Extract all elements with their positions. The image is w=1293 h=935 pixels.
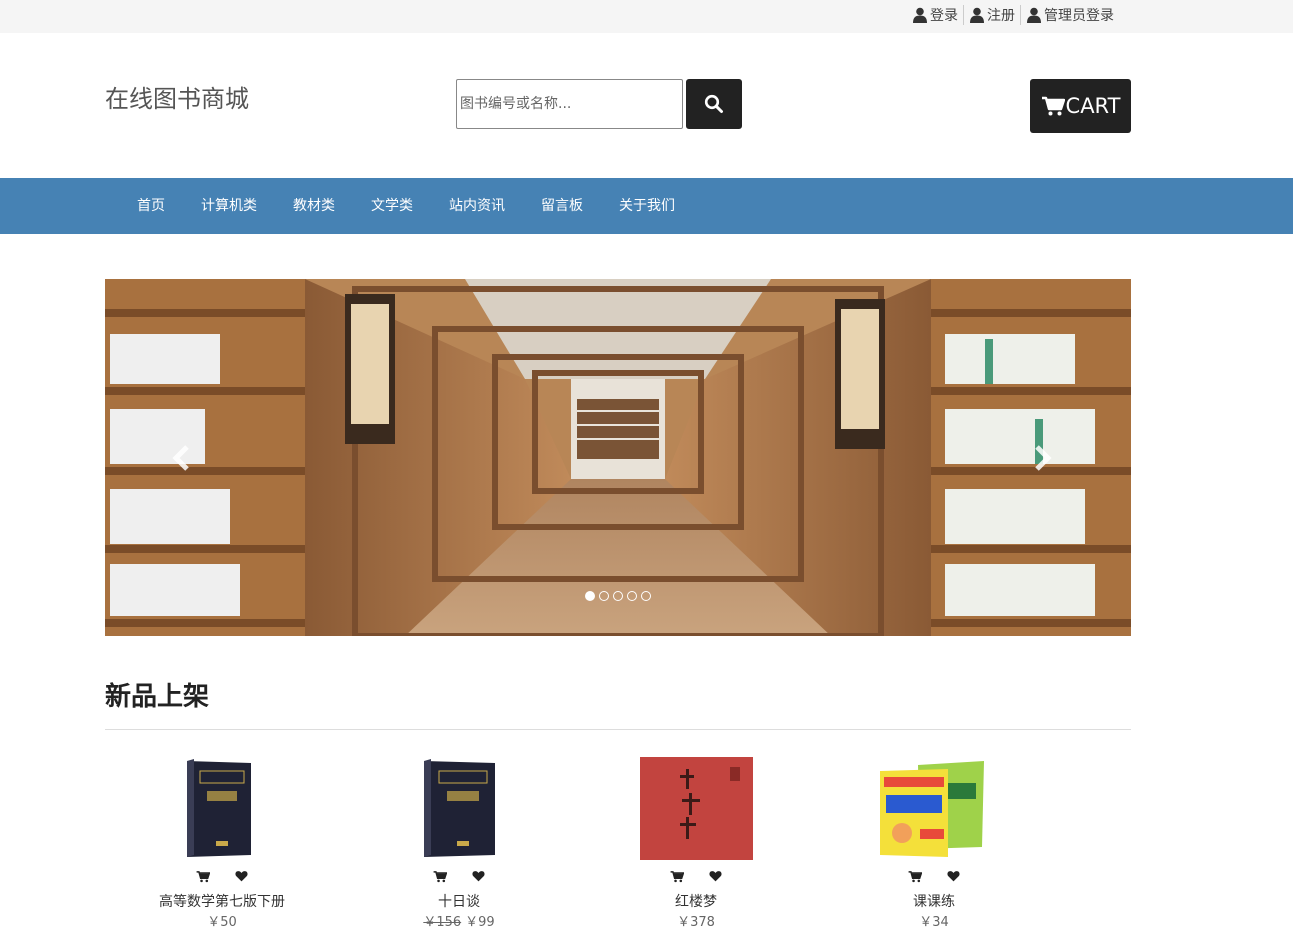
carousel-dot[interactable]	[627, 591, 637, 601]
product-current-price: ￥378	[677, 915, 715, 930]
product-current-price: ￥50	[207, 915, 237, 930]
login-link[interactable]: 登录	[913, 5, 963, 25]
carousel-dot[interactable]	[585, 591, 595, 601]
product-card: 红楼梦 ￥378	[596, 757, 796, 932]
login-link-label: 登录	[930, 8, 958, 24]
product-price: ￥34	[834, 914, 1034, 932]
search-button[interactable]	[686, 79, 742, 129]
heart-icon[interactable]	[708, 869, 722, 883]
top-bar: 登录 注册 管理员登录	[0, 0, 1293, 33]
nav-item-about[interactable]: 关于我们	[601, 178, 693, 234]
product-card: 高等数学第七版下册 ￥50	[122, 757, 322, 932]
add-to-cart-icon[interactable]	[196, 869, 210, 883]
product-price: ￥50	[122, 914, 322, 932]
section-title: 新品上架	[105, 682, 210, 712]
product-name[interactable]: 红楼梦	[596, 892, 796, 912]
chevron-left-icon[interactable]	[167, 441, 197, 475]
nav-item-textbooks[interactable]: 教材类	[275, 178, 353, 234]
add-to-cart-icon[interactable]	[433, 869, 447, 883]
nav-item-guestbook[interactable]: 留言板	[523, 178, 601, 234]
book-cover-image	[187, 759, 251, 857]
book-cover[interactable]	[834, 757, 1034, 861]
product-price: ￥156 ￥99	[359, 914, 559, 932]
product-price: ￥378	[596, 914, 796, 932]
book-cover-image	[640, 757, 753, 860]
nav-item-literature[interactable]: 文学类	[353, 178, 431, 234]
register-link-label: 注册	[987, 8, 1015, 24]
book-cover[interactable]	[122, 757, 322, 861]
chevron-right-icon[interactable]	[1027, 441, 1057, 475]
search-input[interactable]	[456, 79, 683, 129]
heart-icon[interactable]	[234, 869, 248, 883]
heart-icon[interactable]	[471, 869, 485, 883]
heart-icon[interactable]	[946, 869, 960, 883]
image-carousel[interactable]	[105, 279, 1131, 636]
carousel-dot[interactable]	[599, 591, 609, 601]
admin-login-link[interactable]: 管理员登录	[1020, 5, 1119, 25]
product-current-price: ￥99	[465, 915, 495, 930]
nav-item-computer[interactable]: 计算机类	[183, 178, 275, 234]
book-cover-image	[424, 759, 495, 857]
library-photo	[105, 279, 1131, 636]
register-link[interactable]: 注册	[963, 5, 1020, 25]
carousel-indicators	[585, 591, 655, 601]
product-name[interactable]: 高等数学第七版下册	[122, 892, 322, 912]
book-cover[interactable]	[359, 757, 559, 861]
search-icon	[704, 94, 723, 113]
carousel-dot[interactable]	[613, 591, 623, 601]
product-current-price: ￥34	[919, 915, 949, 930]
nav-item-news[interactable]: 站内资讯	[431, 178, 523, 234]
add-to-cart-icon[interactable]	[670, 869, 684, 883]
user-icon	[970, 7, 984, 23]
main-nav: 首页 计算机类 教材类 文学类 站内资讯 留言板 关于我们	[0, 178, 1293, 234]
book-cover[interactable]	[596, 757, 796, 861]
cart-button[interactable]: CART	[1030, 79, 1131, 133]
site-brand[interactable]: 在线图书商城	[105, 79, 249, 114]
account-links: 登录 注册 管理员登录	[913, 5, 1119, 25]
cart-label: CART	[1065, 94, 1121, 118]
product-card: 课课练 ￥34	[834, 757, 1034, 932]
product-old-price: ￥156	[423, 915, 462, 930]
product-name[interactable]: 十日谈	[359, 892, 559, 912]
carousel-dot[interactable]	[641, 591, 651, 601]
user-icon	[913, 7, 927, 23]
user-icon	[1027, 7, 1041, 23]
cart-icon	[1041, 96, 1065, 116]
admin-login-link-label: 管理员登录	[1044, 8, 1114, 24]
book-cover-image	[880, 761, 984, 857]
nav-item-home[interactable]: 首页	[119, 178, 183, 234]
add-to-cart-icon[interactable]	[908, 869, 922, 883]
product-card: 十日谈 ￥156 ￥99	[359, 757, 559, 932]
section-divider	[105, 729, 1131, 730]
product-name[interactable]: 课课练	[834, 892, 1034, 912]
